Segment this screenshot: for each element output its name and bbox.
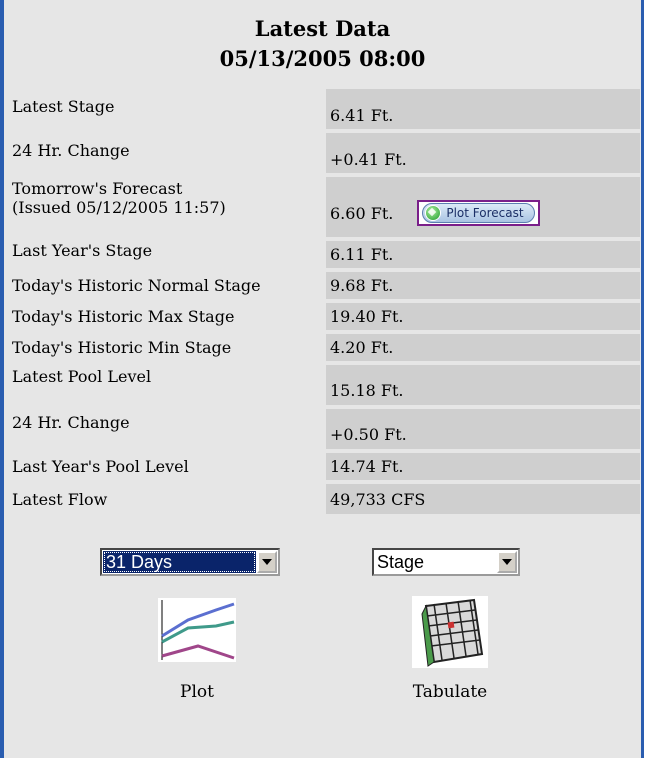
table-row: Latest Pool Level 15.18 Ft. [8, 365, 640, 405]
type-select-value: Stage [377, 552, 425, 572]
table-row: Today's Historic Normal Stage 9.68 Ft. [8, 272, 640, 299]
row-value: 15.18 Ft. [326, 365, 640, 405]
data-table: Latest Stage 6.41 Ft. 24 Hr. Change +0.4… [8, 89, 640, 518]
table-sheet-icon [421, 598, 484, 667]
row-value: 4.20 Ft. [326, 334, 640, 361]
plot-icon-button[interactable] [158, 598, 236, 662]
table-row: Latest Flow 49,733 CFS [8, 484, 640, 514]
row-label: Latest Flow [12, 489, 108, 509]
forecast-value: 6.60 Ft. [330, 203, 394, 223]
tabulate-icon-button[interactable] [412, 596, 488, 668]
forecast-issued-label: (Issued 05/12/2005 11:57) [12, 198, 226, 217]
green-diamond-icon [425, 205, 442, 221]
chevron-down-icon[interactable] [497, 551, 517, 573]
row-value: +0.41 Ft. [326, 133, 640, 173]
table-row: 24 Hr. Change +0.41 Ft. [8, 133, 640, 173]
table-row: 24 Hr. Change +0.50 Ft. [8, 409, 640, 449]
type-select[interactable]: Stage [372, 548, 520, 576]
row-value: 6.60 Ft. Plot Forecast [326, 177, 640, 237]
row-label: Last Year's Stage [12, 241, 153, 260]
forecast-label: Tomorrow's Forecast [12, 179, 183, 198]
row-value: 9.68 Ft. [326, 272, 640, 299]
table-row: Last Year's Stage 6.11 Ft. [8, 241, 640, 268]
line-chart-icon [161, 600, 235, 660]
plot-caption[interactable]: Plot [158, 682, 236, 702]
period-select-value: 31 Days [103, 551, 256, 573]
table-row: Today's Historic Min Stage 4.20 Ft. [8, 334, 640, 361]
panel-header: Latest Data 05/13/2005 08:00 [4, 0, 641, 74]
row-label: Tomorrow's Forecast (Issued 05/12/2005 1… [8, 177, 326, 237]
table-row-forecast: Tomorrow's Forecast (Issued 05/12/2005 1… [8, 177, 640, 237]
row-label: 24 Hr. Change [12, 413, 130, 432]
row-value: 49,733 CFS [326, 484, 640, 514]
row-value: 6.41 Ft. [326, 89, 640, 129]
panel-title: Latest Data [254, 16, 391, 41]
table-row: Today's Historic Max Stage 19.40 Ft. [8, 303, 640, 330]
row-value: +0.50 Ft. [326, 409, 640, 449]
row-value: 19.40 Ft. [326, 303, 640, 330]
table-row: Latest Stage 6.41 Ft. [8, 89, 640, 129]
row-label: Last Year's Pool Level [12, 457, 189, 476]
row-value: 6.11 Ft. [326, 241, 640, 268]
row-label: Latest Stage [12, 97, 115, 116]
plot-forecast-button[interactable]: Plot Forecast [417, 200, 540, 226]
plot-forecast-label: Plot Forecast [446, 206, 524, 220]
row-label: Today's Historic Normal Stage [12, 276, 261, 295]
period-select[interactable]: 31 Days [100, 548, 280, 576]
row-label: 24 Hr. Change [12, 141, 130, 160]
row-value: 14.74 Ft. [326, 453, 640, 480]
plot-forecast-button-face[interactable]: Plot Forecast [422, 203, 535, 223]
row-label: Today's Historic Max Stage [12, 307, 235, 326]
latest-data-panel: Latest Data 05/13/2005 08:00 Latest Stag… [0, 0, 644, 758]
chevron-down-icon[interactable] [257, 551, 277, 573]
row-label: Today's Historic Min Stage [12, 338, 232, 357]
tabulate-caption[interactable]: Tabulate [400, 682, 500, 702]
table-row: Last Year's Pool Level 14.74 Ft. [8, 453, 640, 480]
row-label: Latest Pool Level [12, 367, 152, 386]
panel-datetime: 05/13/2005 08:00 [219, 46, 426, 71]
